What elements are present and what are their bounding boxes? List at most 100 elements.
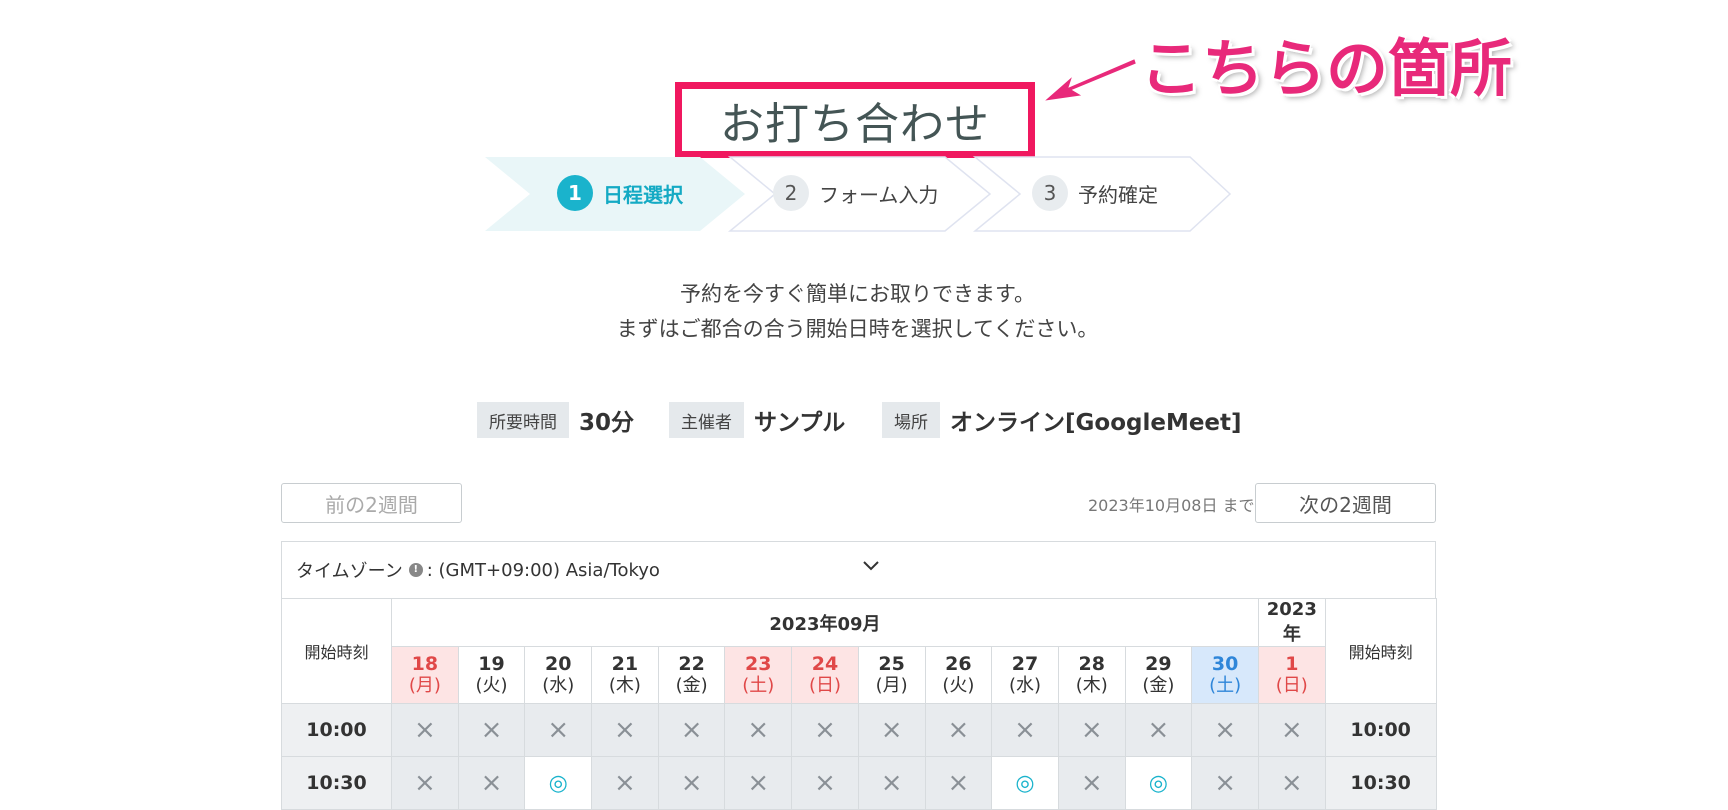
day-header: 25 (月) [857,646,926,704]
unavailable-slot: × [657,703,726,757]
unavailable-slot: × [391,756,459,810]
day-header: 26 (火) [924,646,993,704]
day-weekday: (月) [875,675,908,696]
day-number: 27 [1011,653,1039,675]
unavailable-slot: × [991,703,1059,757]
day-weekday: (火) [475,675,508,696]
step-number: 3 [1032,175,1068,211]
unavailable-slot: × [857,756,926,810]
month-header: 2023年09月 [391,598,1259,647]
unavailable-slot: × [1257,703,1326,757]
day-weekday: (水) [1009,675,1042,696]
step-2: 2 フォーム入力 [773,175,938,211]
time-label: 10:30 [1324,756,1437,810]
info-icon[interactable]: ! [408,563,423,577]
start-time-header: 開始時刻 [1324,598,1437,704]
chevron-down-icon[interactable] [862,560,880,572]
day-number: 20 [544,653,572,675]
day-header: 29 (金) [1124,646,1193,704]
day-number: 26 [945,653,972,675]
day-number: 21 [611,653,639,675]
unavailable-slot: × [1191,756,1259,810]
prev-two-weeks-button[interactable]: 前の2週間 [281,483,462,523]
unavailable-slot: × [924,703,993,757]
day-header: 27 (水) [991,646,1059,704]
unavailable-slot: × [457,756,526,810]
unavailable-slot: × [591,703,659,757]
timezone-value: : (GMT+09:00) Asia/Tokyo [426,559,660,581]
day-header: 22 (金) [657,646,726,704]
month-header: 2023年 [1257,598,1326,647]
duration-info: 所要時間 30分 [477,402,634,438]
day-number: 29 [1145,653,1172,675]
unavailable-slot: × [924,756,993,810]
day-header: 21 (木) [591,646,659,704]
unavailable-slot: × [391,703,459,757]
step-label: 予約確定 [1078,182,1158,207]
host-value: サンプル [754,410,846,436]
time-row: 10:30 × × ◎ × × × × × × ◎ × ◎ × × 10:30 [281,756,1437,810]
unavailable-slot: × [724,703,793,757]
time-label: 10:30 [281,756,392,810]
unavailable-slot: × [857,703,926,757]
step-3: 3 予約確定 [1032,175,1158,211]
available-slot[interactable]: ◎ [524,756,593,810]
timezone-label: タイムゾーン [296,561,403,582]
unavailable-slot: × [591,756,659,810]
day-weekday: (日) [1275,675,1308,696]
page-title: お打ち合わせ [675,82,1035,158]
unavailable-slot: × [1124,703,1193,757]
duration-label: 所要時間 [477,402,569,438]
day-weekday: (木) [608,675,641,696]
unavailable-slot: × [791,703,859,757]
day-weekday: (月) [408,675,441,696]
day-header: 1 (日) [1257,646,1326,704]
day-weekday: (土) [1209,675,1242,696]
step-label: フォーム入力 [819,182,939,207]
unavailable-slot: × [1057,703,1126,757]
day-number: 25 [878,653,905,675]
step-1: 1 日程選択 [557,175,683,211]
day-number: 24 [811,653,839,675]
day-weekday: (木) [1075,675,1108,696]
place-label: 場所 [882,402,940,438]
unavailable-slot: × [791,756,859,810]
annotation-label: こちらの箇所 [1140,32,1513,105]
next-two-weeks-button[interactable]: 次の2週間 [1255,483,1436,523]
time-label: 10:00 [1324,703,1437,757]
time-label: 10:00 [281,703,392,757]
unavailable-slot: × [457,703,526,757]
day-number: 22 [678,653,705,675]
unavailable-slot: × [1257,756,1326,810]
step-number: 2 [773,175,809,211]
duration-value: 30分 [579,410,635,436]
intro-line-1: 予約を今すぐ簡単にお取りできます。 [680,282,1035,306]
day-header: 23 (土) [724,646,793,704]
day-number: 18 [411,653,439,675]
host-info: 主催者 サンプル [669,402,845,438]
day-number: 1 [1285,653,1299,675]
day-number: 28 [1078,653,1105,675]
unavailable-slot: × [1191,703,1259,757]
day-header: 30 (土) [1191,646,1259,704]
start-time-header: 開始時刻 [281,598,392,704]
day-header: 28 (木) [1057,646,1126,704]
day-header: 24 (日) [791,646,859,704]
until-date-label: 2023年10月08日 まで [1088,496,1255,515]
step-label: 日程選択 [603,182,683,207]
place-info: 場所 オンライン[GoogleMeet] [882,402,1242,438]
unavailable-slot: × [657,756,726,810]
unavailable-slot: × [1057,756,1126,810]
available-slot[interactable]: ◎ [1124,756,1193,810]
day-number: 30 [1211,653,1239,675]
day-number: 23 [745,653,772,675]
unavailable-slot: × [724,756,793,810]
available-slot[interactable]: ◎ [991,756,1059,810]
time-row: 10:00 × × × × × × × × × × × × × × 10:00 [281,703,1437,757]
day-weekday: (火) [942,675,975,696]
timezone-select[interactable]: タイムゾーン ! : (GMT+09:00) Asia/Tokyo [281,541,1436,598]
day-header: 20 (水) [524,646,593,704]
day-weekday: (金) [675,675,708,696]
day-weekday: (日) [808,675,841,696]
availability-calendar: 開始時刻 2023年09月 2023年 開始時刻 18 (月) 19 (火) 20 (水)… [281,598,1437,810]
